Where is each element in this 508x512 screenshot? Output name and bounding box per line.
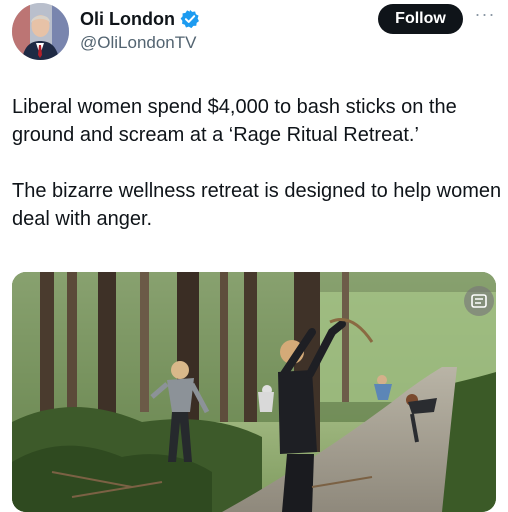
tweet-paragraph: The bizarre wellness retreat is designed… <box>12 180 502 230</box>
follow-button[interactable]: Follow <box>378 4 463 34</box>
tweet-text: Liberal women spend $4,000 to bash stick… <box>12 93 502 233</box>
author-name[interactable]: Oli London <box>80 8 175 30</box>
more-options-icon[interactable]: ··· <box>472 5 498 28</box>
tweet-paragraph: Liberal women spend $4,000 to bash stick… <box>12 96 457 146</box>
media-watermark-icon <box>464 286 494 316</box>
author-handle[interactable]: @OliLondonTV <box>80 33 197 53</box>
verified-badge-icon <box>180 9 200 29</box>
tweet-header: Oli London @OliLondonTV Follow ··· <box>0 0 508 70</box>
avatar[interactable] <box>12 3 69 60</box>
forest-scene-image <box>12 272 496 512</box>
author-name-row: Oli London <box>80 8 200 30</box>
tweet-media-video[interactable] <box>12 272 496 512</box>
